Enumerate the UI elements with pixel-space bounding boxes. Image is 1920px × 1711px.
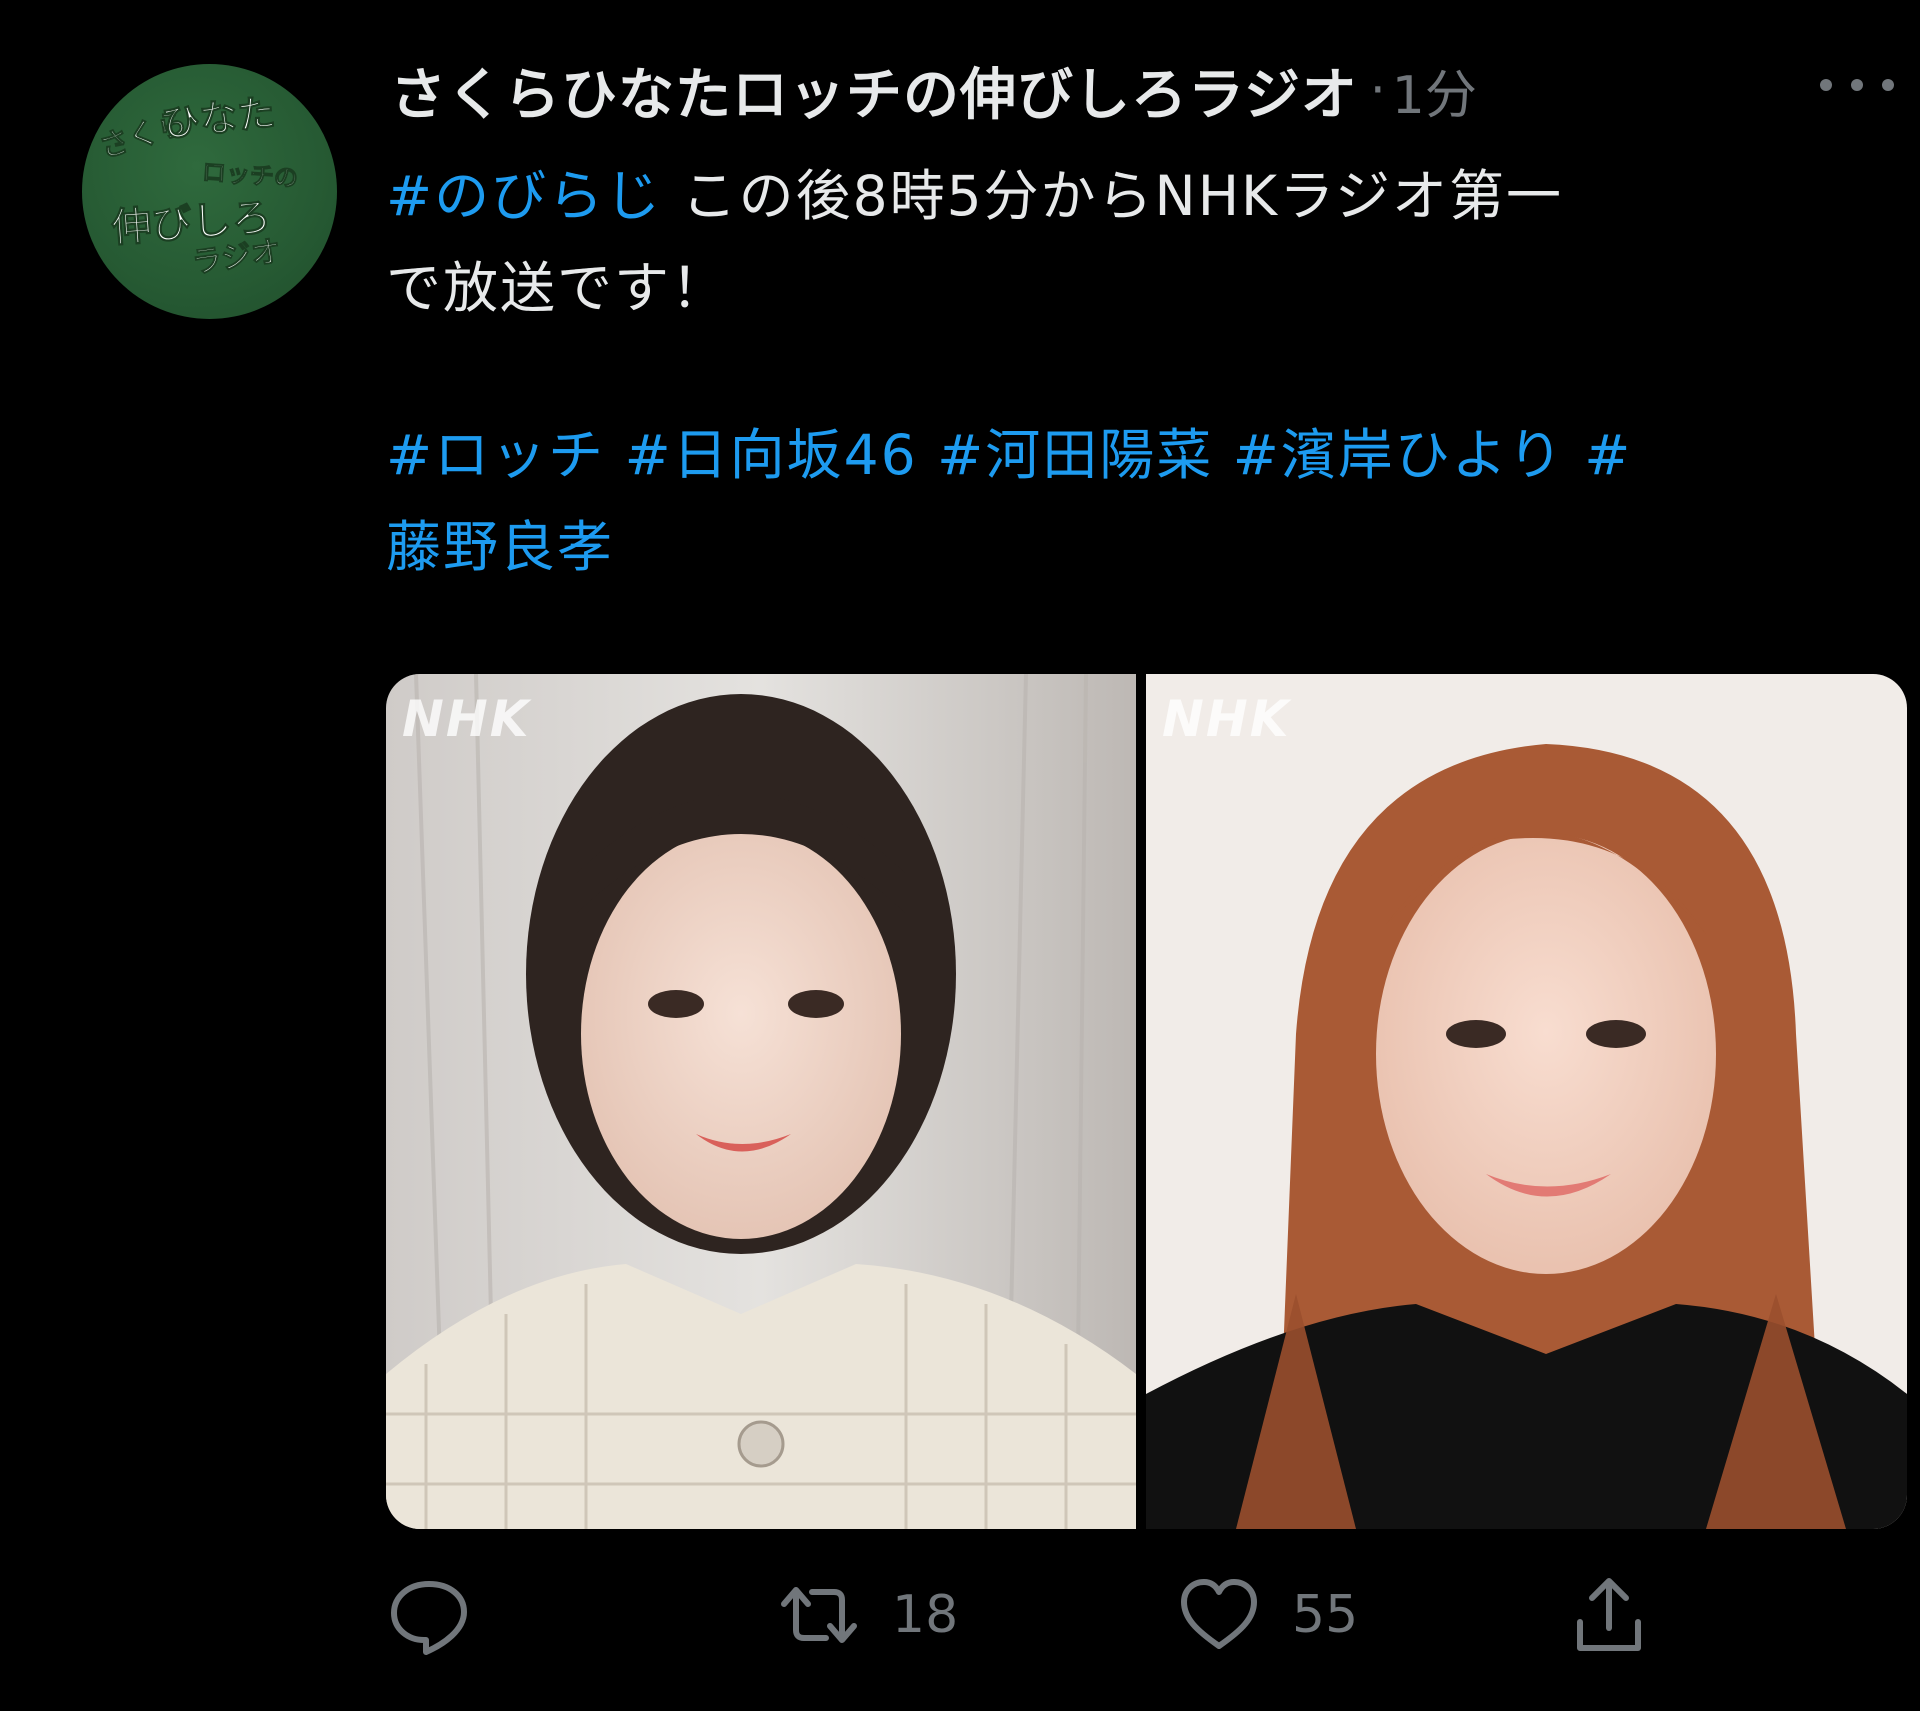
photo-right-image [1146, 674, 1907, 1529]
text-line-1: #のびらじ この後8時5分からNHKラジオ第一 [386, 150, 1886, 242]
like-count: 55 [1292, 1585, 1359, 1645]
timestamp[interactable]: 1分 [1392, 53, 1477, 128]
text-fragment: この後8時5分からNHKラジオ第一 [662, 164, 1564, 228]
avatar[interactable]: さくら ひなた ロッチの 伸びしろ ラジオ [82, 64, 337, 319]
nhk-watermark: NHK [1162, 690, 1291, 748]
tweet-text: #のびらじ この後8時5分からNHKラジオ第一 で放送です！ #ロッチ #日向坂… [386, 150, 1886, 593]
hashtag-link[interactable]: #濱岸ひより [1233, 423, 1565, 487]
hashtag-link[interactable]: #河田陽菜 [937, 423, 1213, 487]
hashtag-link[interactable]: #のびらじ [386, 164, 662, 228]
retweet-icon [781, 1587, 857, 1643]
retweet-button[interactable]: 18 [776, 1570, 958, 1660]
hashtag-link[interactable]: #ロッチ [386, 423, 605, 487]
tweet-header: さくらひなたロッチの伸びしろラジオ · 1分 [390, 48, 1477, 132]
hashtag-line-2: 藤野良孝 [386, 501, 1886, 593]
avatar-logo: さくら ひなた ロッチの 伸びしろ ラジオ [95, 90, 300, 282]
media-grid: NHK NHK [386, 674, 1907, 1529]
like-button[interactable]: 55 [1176, 1570, 1358, 1660]
action-bar: 18 55 [386, 1570, 1886, 1660]
avatar-text-3: ロッチの [201, 158, 299, 193]
hashtag-link[interactable]: #日向坂46 [625, 423, 918, 487]
text-line-2: で放送です！ [386, 256, 729, 320]
share-icon [1577, 1578, 1641, 1651]
more-icon[interactable] [1820, 60, 1894, 110]
tweet[interactable]: さくら ひなた ロッチの 伸びしろ ラジオ さくらひなたロッチの伸びしろラジオ … [0, 0, 1920, 1711]
like-icon [1181, 1579, 1257, 1649]
reply-icon [391, 1581, 467, 1655]
share-button[interactable] [1566, 1570, 1652, 1660]
hashtag-line: #ロッチ #日向坂46 #河田陽菜 #濱岸ひより # [386, 409, 1886, 501]
hashtag-link[interactable]: # [1584, 423, 1632, 487]
photo-left-image [386, 674, 1136, 1529]
retweet-count: 18 [892, 1585, 959, 1645]
photo-left[interactable]: NHK [386, 674, 1136, 1529]
separator-dot: · [1369, 61, 1386, 119]
author-name[interactable]: さくらひなたロッチの伸びしろラジオ [390, 50, 1358, 131]
avatar-text-2: ひなた [160, 90, 278, 146]
hashtag-link[interactable]: 藤野良孝 [386, 515, 614, 579]
photo-right[interactable]: NHK [1146, 674, 1907, 1529]
nhk-watermark: NHK [402, 690, 531, 748]
reply-button[interactable] [386, 1570, 502, 1660]
